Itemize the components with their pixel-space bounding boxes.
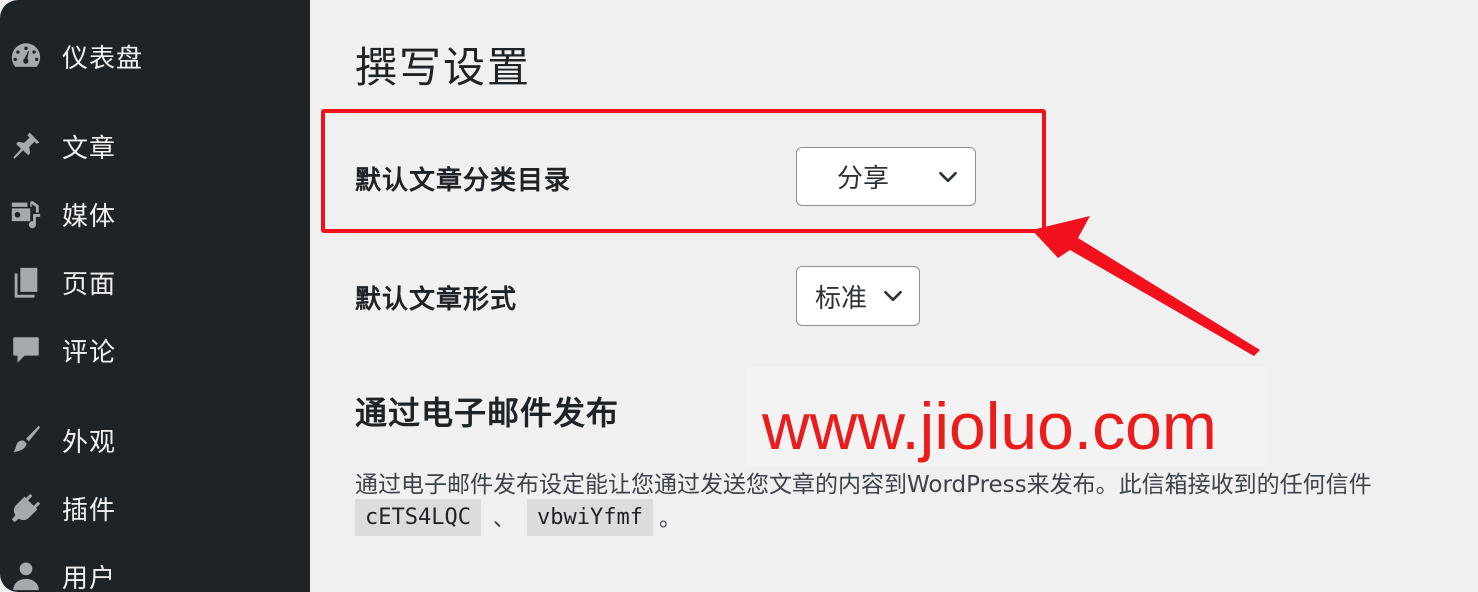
dashboard-icon bbox=[8, 38, 44, 74]
app-window: 仪表盘 文章 媒体 页面 评论 外观 插件 用户 撰写设置 默认文章分类目录 分… bbox=[0, 0, 1478, 592]
end-mark: 。 bbox=[658, 507, 681, 532]
sidebar-item-label: 外观 bbox=[62, 427, 117, 458]
annotation-arrow-icon bbox=[1032, 216, 1260, 356]
annotation-highlight-box bbox=[321, 109, 1046, 233]
default-format-value: 标准 bbox=[815, 283, 868, 314]
sidebar-item-label: 插件 bbox=[62, 495, 117, 526]
plugin-icon bbox=[8, 490, 44, 526]
sidebar-item-dashboard[interactable]: 仪表盘 bbox=[0, 28, 310, 84]
email-section-title: 通过电子邮件发布 bbox=[355, 394, 620, 432]
chevron-down-icon bbox=[880, 283, 906, 309]
media-icon bbox=[8, 196, 44, 232]
default-format-label: 默认文章形式 bbox=[355, 285, 518, 315]
admin-sidebar: 仪表盘 文章 媒体 页面 评论 外观 插件 用户 bbox=[0, 0, 310, 592]
sidebar-item-label: 媒体 bbox=[62, 201, 117, 232]
comment-icon bbox=[8, 332, 44, 368]
sidebar-item-pages[interactable]: 页面 bbox=[0, 254, 310, 310]
sidebar-item-comments[interactable]: 评论 bbox=[0, 322, 310, 378]
watermark-text: www.jioluo.com bbox=[762, 389, 1217, 463]
sidebar-item-label: 仪表盘 bbox=[62, 43, 144, 74]
sidebar-item-users[interactable]: 用户 bbox=[0, 548, 310, 592]
sidebar-item-plugins[interactable]: 插件 bbox=[0, 480, 310, 536]
sidebar-item-posts[interactable]: 文章 bbox=[0, 118, 310, 174]
pages-icon bbox=[8, 264, 44, 300]
example-code: cETS4LQC bbox=[355, 498, 481, 536]
code-separator: 、 bbox=[492, 507, 515, 532]
sidebar-item-appearance[interactable]: 外观 bbox=[0, 412, 310, 468]
pushpin-icon bbox=[8, 128, 44, 164]
default-format-select[interactable]: 标准 bbox=[796, 266, 920, 326]
email-section-description: 通过电子邮件发布设定能让您通过发送您文章的内容到WordPress来发布。此信箱… bbox=[355, 472, 1372, 498]
sidebar-item-label: 用户 bbox=[62, 563, 117, 592]
sidebar-item-label: 文章 bbox=[62, 133, 117, 164]
paintbrush-icon bbox=[8, 422, 44, 458]
sidebar-item-media[interactable]: 媒体 bbox=[0, 186, 310, 242]
sidebar-item-label: 评论 bbox=[62, 337, 117, 368]
example-code: vbwiYfmf bbox=[526, 498, 653, 536]
settings-content: 撰写设置 默认文章分类目录 分享 默认文章形式 标准 通过电子邮件发布 通过电子… bbox=[310, 0, 1478, 592]
page-title: 撰写设置 bbox=[355, 43, 532, 92]
sidebar-item-label: 页面 bbox=[62, 269, 117, 300]
random-string-examples: cETS4LQC 、 vbwiYfmf 。 bbox=[355, 497, 693, 537]
user-icon bbox=[8, 558, 44, 592]
